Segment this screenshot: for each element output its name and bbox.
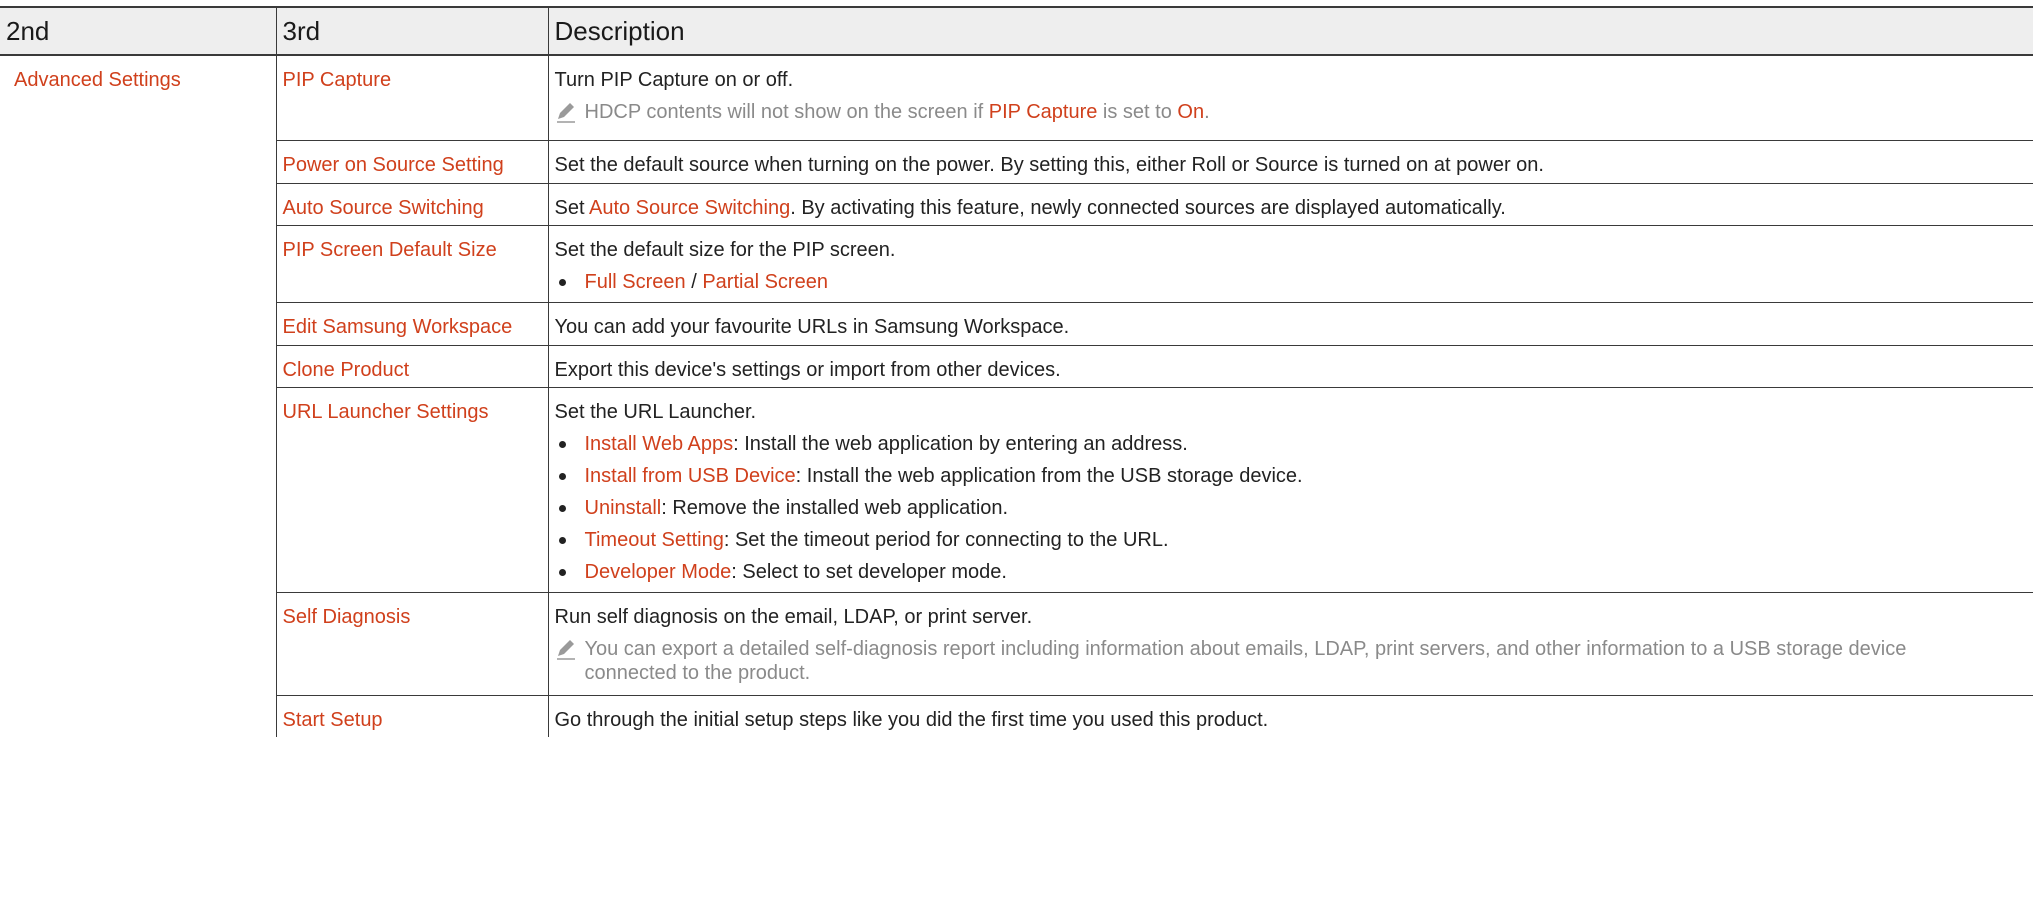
setting-name: Auto Source Switching [275,183,549,226]
setting-description: Set the URL Launcher. Install Web Apps: … [548,387,2033,593]
setting-name: Start Setup [275,695,549,737]
table-row: Advanced Settings PIP Capture Turn PIP C… [0,55,2033,141]
setting-description: Set the default source when turning on t… [548,140,2033,184]
header-description: Description [547,6,2033,56]
setting-description: Export this device's settings or import … [548,345,2033,388]
list-item: Timeout Setting: Set the timeout period … [555,528,2028,552]
table-header-row: 2nd 3rd Description [0,6,2033,56]
setting-name: Clone Product [275,345,549,388]
list-item: Developer Mode: Select to set developer … [555,560,2028,584]
note: HDCP contents will not show on the scree… [555,100,2028,124]
setting-name: Self Diagnosis [275,592,549,696]
bullet-dot-icon [558,504,566,512]
table-row: Power on Source Setting Set the default … [0,140,2033,184]
list-item: Install from USB Device: Install the web… [555,464,2028,488]
setting-name: PIP Screen Default Size [275,225,549,303]
bullet-dot-icon [558,568,566,576]
setting-description: Turn PIP Capture on or off. HDCP content… [548,55,2033,141]
setting-name: URL Launcher Settings [275,387,549,593]
setting-description: Set Auto Source Switching. By activating… [548,183,2033,226]
table-row: URL Launcher Settings Set the URL Launch… [0,387,2033,593]
table-row: Edit Samsung Workspace You can add your … [0,302,2033,346]
table-row: Auto Source Switching Set Auto Source Sw… [0,183,2033,226]
description-text: Set the URL Launcher. [554,400,757,423]
setting-description: Run self diagnosis on the email, LDAP, o… [548,592,2033,696]
description-text: Turn PIP Capture on or off. [554,69,794,91]
table-row: PIP Screen Default Size Set the default … [0,225,2033,303]
table-row: Self Diagnosis Run self diagnosis on the… [0,592,2033,696]
second-level-label: Advanced Settings [14,69,181,91]
option-list: Full Screen / Partial Screen [555,270,2028,294]
setting-description: Set the default size for the PIP screen.… [548,225,2033,303]
settings-table: 2nd 3rd Description Advanced Settings PI… [0,6,2033,737]
setting-name: Power on Source Setting [275,140,549,184]
description-text: Run self diagnosis on the email, LDAP, o… [554,605,1033,628]
setting-description: Go through the initial setup steps like … [554,708,1269,731]
setting-name: Edit Samsung Workspace [275,302,549,346]
header-2nd: 2nd [0,6,276,56]
bullet-dot-icon [558,472,566,480]
list-item: Full Screen / Partial Screen [555,270,2028,294]
note: You can export a detailed self-diagnosis… [555,637,2028,685]
list-item: Uninstall: Remove the installed web appl… [555,496,2028,520]
pencil-icon [556,639,575,660]
header-3rd: 3rd [275,6,548,56]
table-row: Start Setup Go through the initial setup… [0,695,2033,737]
pencil-icon [556,103,575,123]
bullet-dot-icon [558,536,566,544]
bullet-dot-icon [558,440,566,448]
bullet-dot-icon [558,278,566,286]
second-level-cell: Advanced Settings [0,55,276,737]
table-row: Clone Product Export this device's setti… [0,345,2033,388]
option-list: Install Web Apps: Install the web applic… [555,432,2028,584]
setting-name: PIP Capture [275,55,549,141]
settings-table-page: 2nd 3rd Description Advanced Settings PI… [0,0,2033,924]
list-item: Install Web Apps: Install the web applic… [555,432,2028,456]
description-text: Set the default size for the PIP screen. [554,238,896,261]
setting-description: You can add your favourite URLs in Samsu… [548,302,2033,346]
